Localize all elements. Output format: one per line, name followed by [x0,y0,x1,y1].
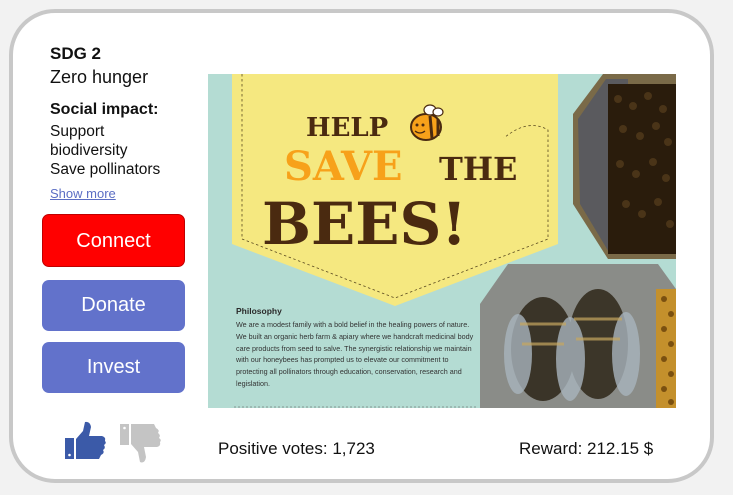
invest-button[interactable]: Invest [42,342,185,393]
sdg-name: Zero hunger [50,67,149,87]
impact-line: biodiversity [50,142,128,159]
connect-button[interactable]: Connect [42,214,185,267]
social-impact-title: Social impact: [50,101,159,118]
poster-bees-text: BEES! [262,190,467,258]
philosophy-title: Philosophy [236,306,282,316]
poster-save-text: SAVE [284,143,403,190]
impact-line: Support [50,123,105,140]
social-impact-list: Support biodiversity Save pollinators [50,122,160,179]
thumbs-up-icon[interactable] [63,420,107,466]
impact-line: Save pollinators [50,161,161,178]
show-more-link[interactable]: Show more [50,186,116,201]
thumbs-down-icon[interactable] [118,420,162,466]
poster-the-text: THE [439,150,517,188]
poster-help-text: HELP [306,113,388,143]
philosophy-text: We are a modest family with a bold belie… [236,320,474,388]
donate-button[interactable]: Donate [42,280,185,331]
positive-votes: Positive votes: 1,723 [218,439,375,458]
sdg-number: SDG 2 [50,44,102,63]
reward-amount: Reward: 212.15 $ [519,439,654,458]
